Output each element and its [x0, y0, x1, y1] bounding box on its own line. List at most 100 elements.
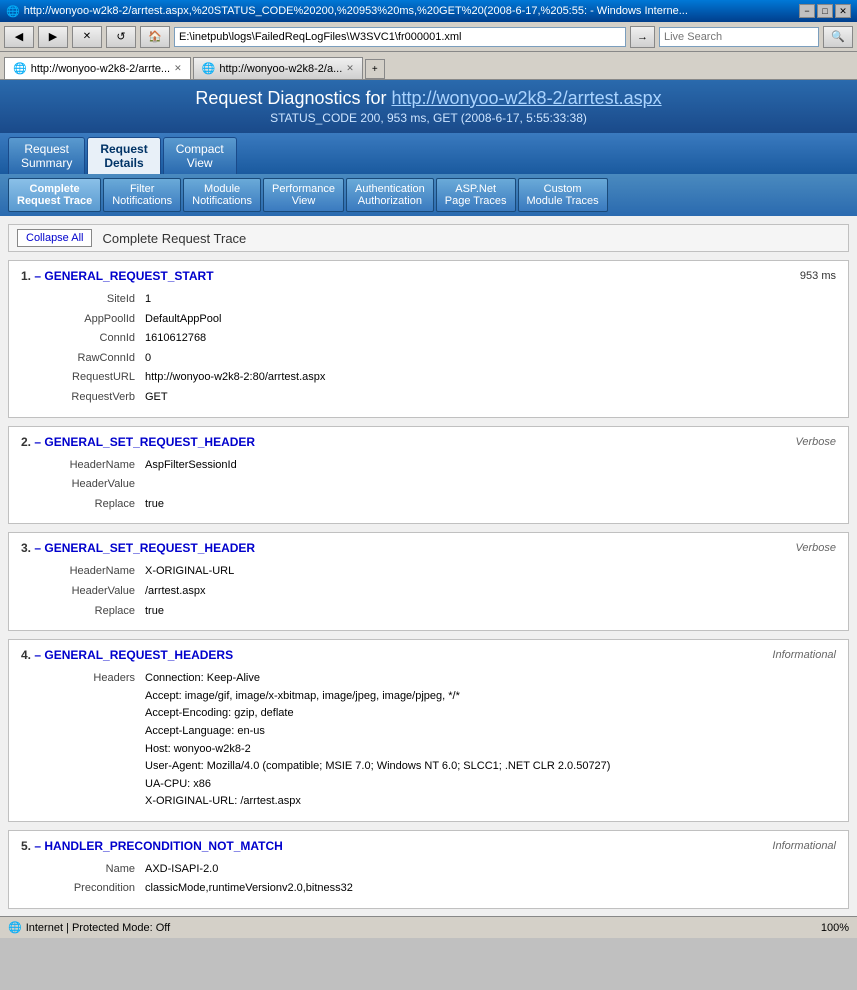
subnav-complete-trace[interactable]: Complete Request Trace [8, 178, 101, 212]
table-row: HeaderName X-ORIGINAL-URL [23, 563, 834, 581]
table-row: RequestVerb GET [23, 389, 834, 407]
field-key: ConnId [23, 330, 143, 348]
field-key: Precondition [23, 880, 143, 898]
section-3-title[interactable]: GENERAL_SET_REQUEST_HEADER [44, 541, 255, 555]
zone-icon: 🌐 [8, 921, 22, 934]
section-3-toggle[interactable]: – [34, 541, 41, 555]
field-key: HeaderValue [23, 583, 143, 601]
subnav-performance-view[interactable]: Performance View [263, 178, 344, 212]
browser-tab-1-label: http://wonyoo-w2k8-2/arrte... [31, 63, 170, 75]
page-header: Request Diagnostics for http://wonyoo-w2… [0, 80, 857, 133]
content-area: Collapse All Complete Request Trace 1. –… [0, 216, 857, 916]
table-row: RawConnId 0 [23, 350, 834, 368]
subnav-auth[interactable]: Authentication Authorization [346, 178, 434, 212]
collapse-all-button[interactable]: Collapse All [17, 229, 92, 247]
field-value: DefaultAppPool [145, 311, 834, 329]
field-value [145, 476, 834, 494]
field-key: RequestURL [23, 369, 143, 387]
section-1-num: 1. [21, 269, 31, 283]
section-5-title[interactable]: HANDLER_PRECONDITION_NOT_MATCH [44, 839, 282, 853]
address-bar: ◀ ▶ ✕ ↺ 🏠 → 🔍 [0, 22, 857, 52]
section-2-title[interactable]: GENERAL_SET_REQUEST_HEADER [44, 435, 255, 449]
table-row: Precondition classicMode,runtimeVersionv… [23, 880, 834, 898]
field-value: /arrtest.aspx [145, 583, 834, 601]
table-row: HeaderValue [23, 476, 834, 494]
browser-tab-1-close[interactable]: ✕ [174, 63, 182, 74]
table-row: HeaderName AspFilterSessionId [23, 457, 834, 475]
section-3-badge: Verbose [795, 542, 836, 554]
tab-request-details[interactable]: Request Details [87, 137, 160, 174]
table-row: Headers Connection: Keep-Alive Accept: i… [23, 670, 834, 811]
address-input[interactable] [174, 27, 626, 47]
zoom-level: 100% [821, 922, 849, 934]
section-1-toggle[interactable]: – [34, 269, 41, 283]
section-5-toggle[interactable]: – [34, 839, 41, 853]
subnav-aspnet[interactable]: ASP.Net Page Traces [436, 178, 516, 212]
field-key: Replace [23, 603, 143, 621]
home-button[interactable]: 🏠 [140, 26, 170, 48]
field-key: AppPoolId [23, 311, 143, 329]
main-nav: Request Summary Request Details Compact … [0, 133, 857, 174]
go-button[interactable]: → [630, 26, 655, 48]
field-value: http://wonyoo-w2k8-2:80/arrtest.aspx [145, 369, 834, 387]
section-4-toggle[interactable]: – [34, 648, 41, 662]
browser-tab-2-close[interactable]: ✕ [346, 63, 354, 74]
page-title-link[interactable]: http://wonyoo-w2k8-2/arrtest.aspx [391, 88, 661, 108]
trace-header-label: Complete Request Trace [102, 231, 246, 246]
field-value: AXD-ISAPI-2.0 [145, 861, 834, 879]
refresh-button[interactable]: ↺ [106, 26, 136, 48]
section-4-details: Headers Connection: Keep-Alive Accept: i… [21, 668, 836, 813]
search-input[interactable] [659, 27, 819, 47]
subnav-custom[interactable]: Custom Module Traces [518, 178, 608, 212]
table-row: RequestURL http://wonyoo-w2k8-2:80/arrte… [23, 369, 834, 387]
browser-tab-2[interactable]: 🌐 http://wonyoo-w2k8-2/a... ✕ [193, 57, 363, 79]
field-key: Replace [23, 496, 143, 514]
section-4-title[interactable]: GENERAL_REQUEST_HEADERS [44, 648, 233, 662]
title-bar: 🌐 http://wonyoo-w2k8-2/arrtest.aspx,%20S… [0, 0, 857, 22]
browser-tabs-bar: 🌐 http://wonyoo-w2k8-2/arrte... ✕ 🌐 http… [0, 52, 857, 80]
new-tab-button[interactable]: + [365, 59, 385, 79]
field-key: RequestVerb [23, 389, 143, 407]
field-key: SiteId [23, 291, 143, 309]
forward-button[interactable]: ▶ [38, 26, 68, 48]
status-bar: 🌐 Internet | Protected Mode: Off 100% [0, 916, 857, 938]
field-value: Connection: Keep-Alive Accept: image/gif… [145, 670, 834, 811]
section-1-timing: 953 ms [800, 270, 836, 282]
search-button[interactable]: 🔍 [823, 26, 853, 48]
field-value: 1610612768 [145, 330, 834, 348]
browser-tab-1-icon: 🌐 [13, 62, 27, 75]
section-4: 4. – GENERAL_REQUEST_HEADERS Information… [8, 639, 849, 822]
trace-header: Collapse All Complete Request Trace [8, 224, 849, 252]
field-value: 0 [145, 350, 834, 368]
section-2: 2. – GENERAL_SET_REQUEST_HEADER Verbose … [8, 426, 849, 525]
subnav-filter-notifications[interactable]: Filter Notifications [103, 178, 181, 212]
section-5-badge: Informational [772, 840, 836, 852]
page-title-prefix: Request Diagnostics for [195, 88, 391, 108]
browser-tab-1[interactable]: 🌐 http://wonyoo-w2k8-2/arrte... ✕ [4, 57, 191, 79]
subnav-module-notifications[interactable]: Module Notifications [183, 178, 261, 212]
field-value: true [145, 603, 834, 621]
section-2-details: HeaderName AspFilterSessionId HeaderValu… [21, 455, 836, 516]
field-key: Headers [23, 670, 143, 811]
section-1-title[interactable]: GENERAL_REQUEST_START [44, 269, 213, 283]
section-2-badge: Verbose [795, 436, 836, 448]
table-row: Name AXD-ISAPI-2.0 [23, 861, 834, 879]
field-key: HeaderValue [23, 476, 143, 494]
maximize-button[interactable]: □ [817, 4, 833, 18]
section-2-toggle[interactable]: – [34, 435, 41, 449]
section-3-details: HeaderName X-ORIGINAL-URL HeaderValue /a… [21, 561, 836, 622]
title-bar-text: http://wonyoo-w2k8-2/arrtest.aspx,%20STA… [24, 5, 688, 17]
field-value: GET [145, 389, 834, 407]
stop-button[interactable]: ✕ [72, 26, 102, 48]
zone-text: Internet | Protected Mode: Off [26, 922, 171, 934]
title-bar-icon: 🌐 [6, 5, 20, 18]
minimize-button[interactable]: − [799, 4, 815, 18]
table-row: Replace true [23, 496, 834, 514]
close-button[interactable]: ✕ [835, 4, 851, 18]
table-row: SiteId 1 [23, 291, 834, 309]
back-button[interactable]: ◀ [4, 26, 34, 48]
field-key: Name [23, 861, 143, 879]
table-row: HeaderValue /arrtest.aspx [23, 583, 834, 601]
tab-compact-view[interactable]: Compact View [163, 137, 237, 174]
tab-request-summary[interactable]: Request Summary [8, 137, 85, 174]
